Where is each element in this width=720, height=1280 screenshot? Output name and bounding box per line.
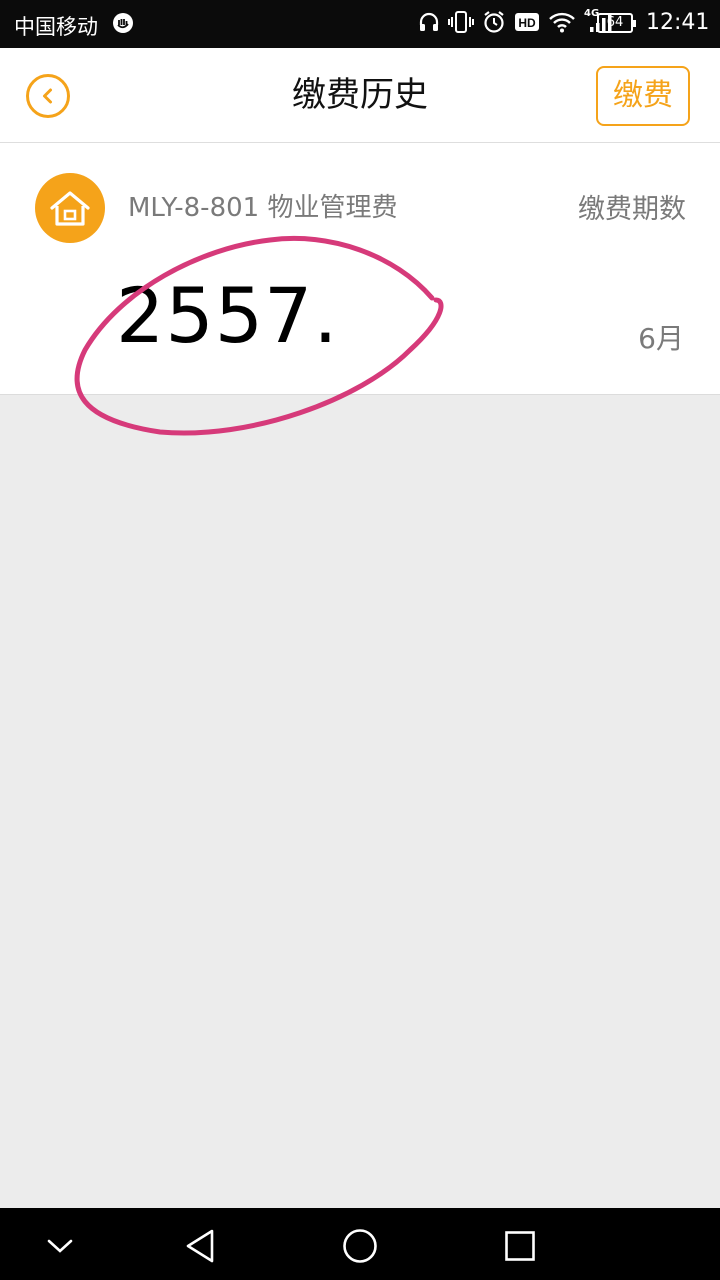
app-header: 缴费历史 缴费 <box>0 48 720 143</box>
recents-square-icon[interactable] <box>500 1226 540 1266</box>
carrier-name: 中国移动 <box>14 15 98 39</box>
chevron-left-circle-icon <box>43 88 52 104</box>
hd-icon: HD <box>514 11 540 37</box>
svg-text:HD: HD <box>518 16 536 30</box>
payment-record[interactable]: MLY-8-801 物业管理费 缴费期数 2557. 6月 <box>0 143 720 395</box>
house-icon <box>35 173 105 243</box>
wifi-icon <box>548 11 576 37</box>
vibrate-icon <box>448 10 474 38</box>
fee-name: MLY-8-801 物业管理费 <box>128 193 398 223</box>
shield-icon <box>112 12 134 38</box>
battery-level: 64 <box>606 15 624 30</box>
home-circle-icon[interactable] <box>340 1226 380 1266</box>
status-bar: 中国移动 HD 4G 64 12:41 <box>0 0 720 48</box>
chevron-down-icon[interactable] <box>40 1226 80 1266</box>
navigation-bar <box>0 1208 720 1280</box>
period-label: 缴费期数 <box>578 194 686 225</box>
alarm-icon <box>482 10 506 38</box>
clock: 12:41 <box>646 10 710 35</box>
back-button[interactable] <box>26 74 70 118</box>
headphones-icon <box>418 11 440 37</box>
pay-button[interactable]: 缴费 <box>596 66 690 126</box>
back-triangle-icon[interactable] <box>180 1226 220 1266</box>
payment-amount: 2557. <box>116 271 339 360</box>
period-value: 6月 <box>638 322 684 355</box>
battery-icon: 64 <box>597 13 636 33</box>
